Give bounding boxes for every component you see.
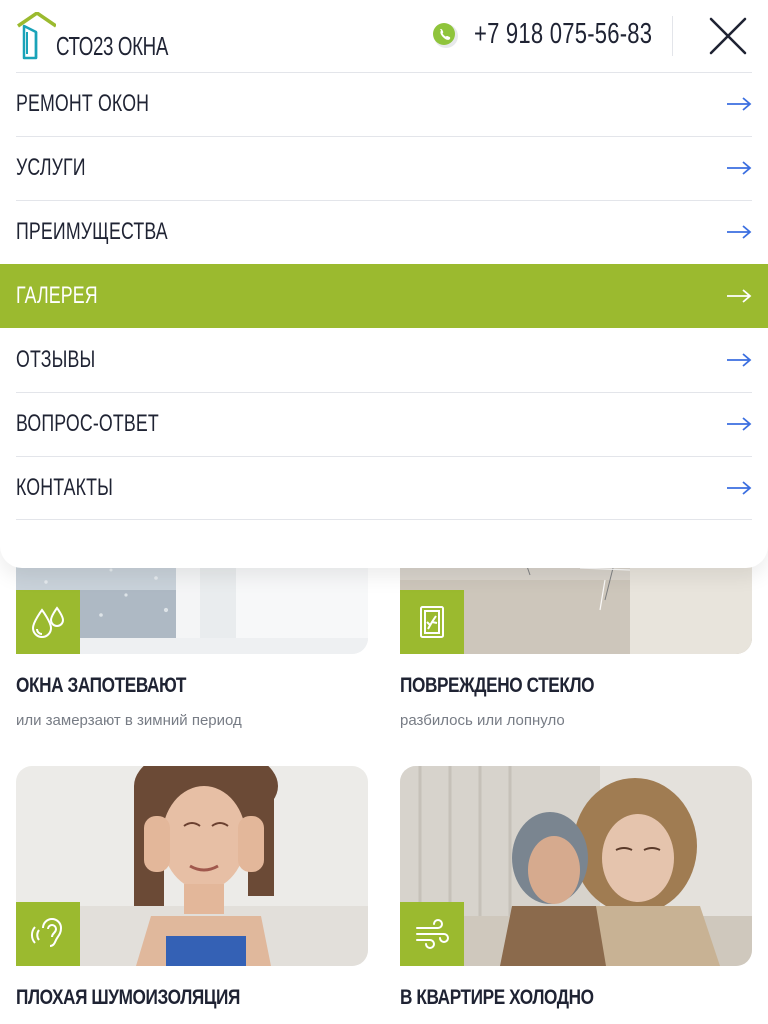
card-title: ПЛОХАЯ ШУМОИЗОЛЯЦИЯ: [16, 986, 240, 1009]
menu-item-label: РЕМОНТ ОКОН: [16, 90, 150, 117]
arrow-right-icon: [727, 353, 752, 367]
arrow-right-icon: [727, 225, 752, 239]
menu-item-contacts[interactable]: КОНТАКТЫ: [16, 456, 752, 520]
mobile-menu-panel: СТО23 ОКНА +7 918 075-56-83 РЕМОНТ ОКОН …: [0, 0, 768, 568]
close-menu-icon[interactable]: [706, 14, 750, 58]
menu-item-repair[interactable]: РЕМОНТ ОКОН: [16, 72, 752, 136]
ear-sound-icon: [16, 902, 80, 966]
wind-icon: [400, 902, 464, 966]
menu-item-label: ГАЛЕРЕЯ: [16, 282, 98, 309]
menu-item-services[interactable]: УСЛУГИ: [16, 136, 752, 200]
phone-link[interactable]: +7 918 075-56-83: [474, 18, 652, 51]
arrow-right-icon: [727, 161, 752, 175]
header-divider: [672, 16, 673, 56]
menu-item-reviews[interactable]: ОТЗЫВЫ: [16, 328, 752, 392]
menu-item-label: ПРЕИМУЩЕСТВА: [16, 218, 168, 245]
menu-list: РЕМОНТ ОКОН УСЛУГИ ПРЕИМУЩЕСТВА ГАЛЕРЕЯ …: [0, 72, 768, 520]
card-title: В КВАРТИРЕ ХОЛОДНО: [400, 986, 594, 1009]
header: СТО23 ОКНА +7 918 075-56-83: [0, 0, 768, 72]
menu-item-label: ОТЗЫВЫ: [16, 346, 96, 373]
site-logo[interactable]: СТО23 ОКНА: [16, 12, 168, 62]
menu-item-label: ВОПРОС-ОТВЕТ: [16, 410, 159, 437]
arrow-right-icon: [727, 481, 752, 495]
arrow-right-icon: [727, 289, 752, 303]
menu-item-gallery[interactable]: ГАЛЕРЕЯ: [0, 264, 768, 328]
house-window-logo-icon: [17, 12, 56, 60]
arrow-right-icon: [727, 417, 752, 431]
menu-item-advantages[interactable]: ПРЕИМУЩЕСТВА: [16, 200, 752, 264]
menu-item-label: УСЛУГИ: [16, 154, 86, 181]
whatsapp-icon[interactable]: [431, 21, 459, 49]
arrow-right-icon: [727, 97, 752, 111]
menu-item-faq[interactable]: ВОПРОС-ОТВЕТ: [16, 392, 752, 456]
logo-text: СТО23 ОКНА: [56, 31, 168, 61]
menu-item-label: КОНТАКТЫ: [16, 474, 113, 501]
